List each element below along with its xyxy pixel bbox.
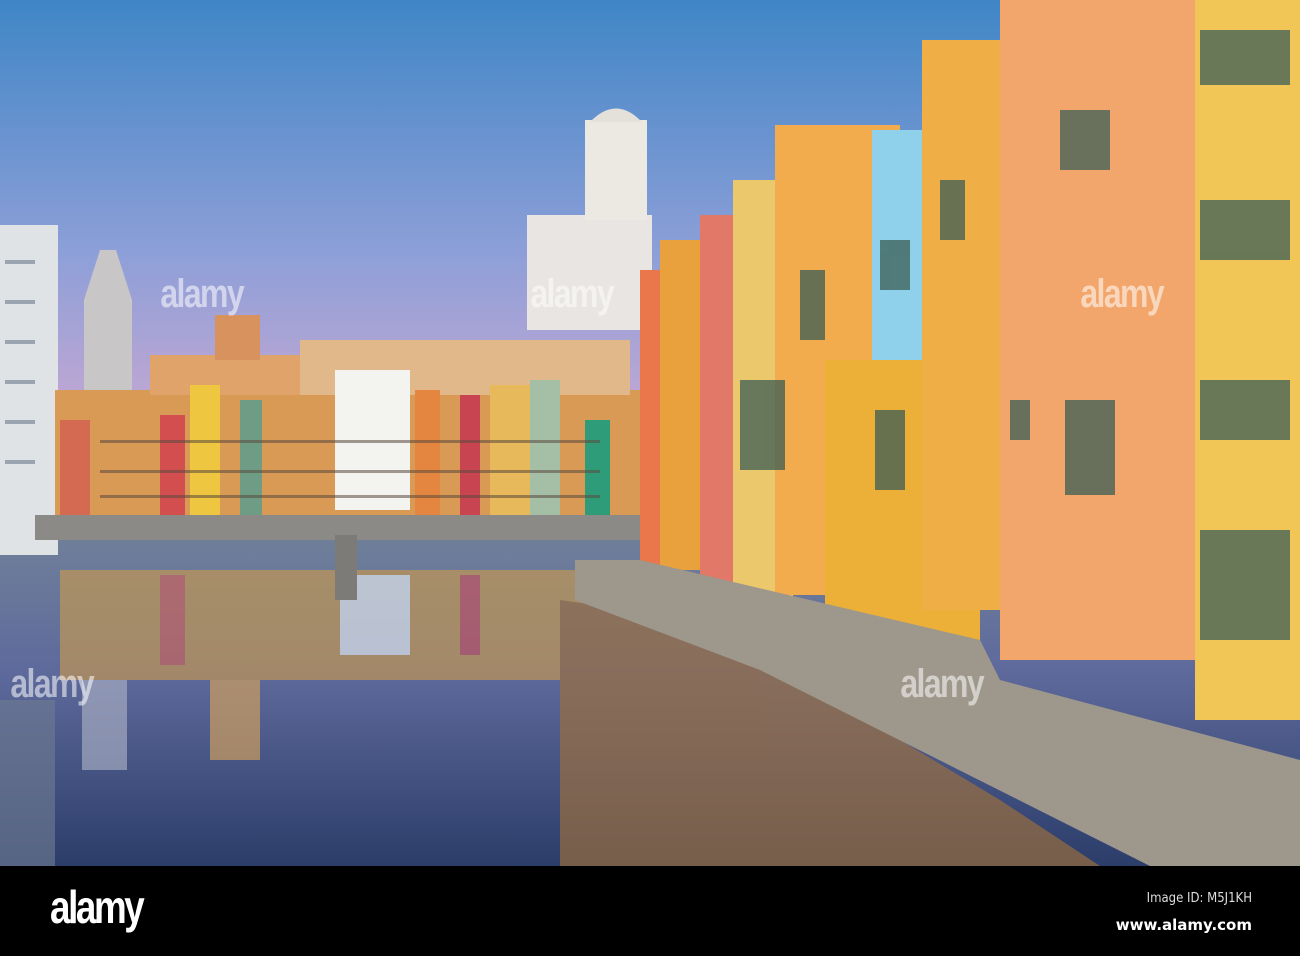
stock-photo-frame: alamy alamy alamy alamy alamy alamy Imag…	[0, 0, 1300, 956]
site-url: www.alamy.com	[1115, 916, 1252, 934]
watermark: alamy	[530, 272, 614, 316]
alamy-logo: alamy	[50, 881, 145, 933]
watermark: alamy	[900, 662, 984, 706]
footer-bar: alamy Image ID: M5J1KH www.alamy.com	[0, 866, 1300, 956]
watermark: alamy	[1080, 272, 1164, 316]
image-id: Image ID: M5J1KH	[1146, 891, 1252, 906]
watermark: alamy	[10, 662, 94, 706]
riverside-houses-photo	[0, 0, 1300, 866]
watermark: alamy	[160, 272, 244, 316]
left-building	[0, 225, 58, 555]
